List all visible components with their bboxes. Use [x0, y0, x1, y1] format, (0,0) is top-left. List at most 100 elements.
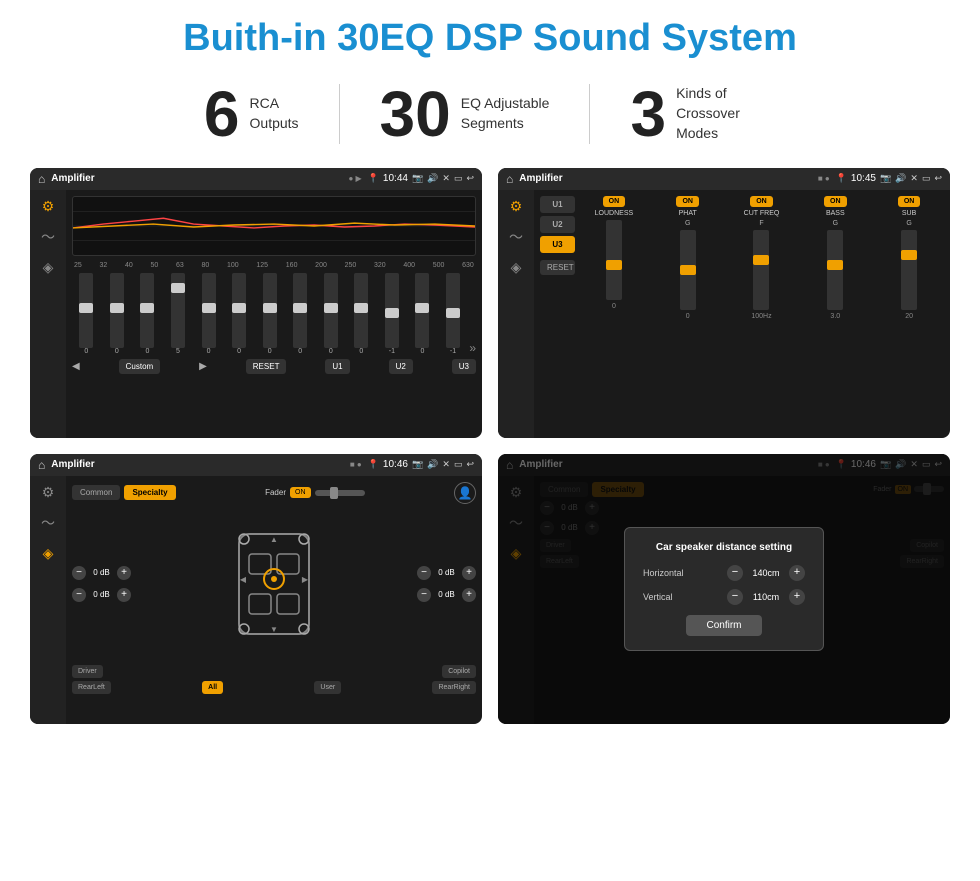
vol-row-2: − 0 dB +: [72, 588, 131, 602]
horizontal-plus-btn[interactable]: +: [789, 565, 805, 581]
sub-track[interactable]: [901, 230, 917, 310]
vol1-plus[interactable]: +: [117, 566, 131, 580]
eq-thumb-3[interactable]: [140, 303, 154, 313]
confirm-button[interactable]: Confirm: [686, 615, 761, 636]
speaker-sidebar-eq-icon[interactable]: ⚙: [42, 484, 55, 501]
cutfreq-track[interactable]: [753, 230, 769, 310]
eq-u3-btn[interactable]: U3: [452, 359, 476, 374]
speaker-left-sidebar: ⚙ 〜 ◈: [30, 476, 66, 724]
bass-track[interactable]: [827, 230, 843, 310]
eq-track-3[interactable]: [140, 273, 154, 348]
speaker-sidebar-wave-icon[interactable]: 〜: [41, 513, 55, 533]
speaker-tab-common[interactable]: Common: [72, 485, 120, 500]
eq-track-2[interactable]: [110, 273, 124, 348]
eq-thumb-9[interactable]: [324, 303, 338, 313]
phat-thumb[interactable]: [680, 265, 696, 275]
crossover-back-icon: ↩: [934, 173, 942, 184]
eq-thumb-10[interactable]: [354, 303, 368, 313]
vol3-minus[interactable]: −: [417, 566, 431, 580]
eq-track-4[interactable]: [171, 273, 185, 348]
distance-dialog: Car speaker distance setting Horizontal …: [624, 527, 824, 651]
eq-sidebar-wave-icon[interactable]: 〜: [41, 227, 55, 247]
profile-icon[interactable]: 👤: [454, 482, 476, 504]
vol4-minus[interactable]: −: [417, 588, 431, 602]
eq-next-arrow[interactable]: ▶: [199, 361, 207, 372]
vol2-plus[interactable]: +: [117, 588, 131, 602]
eq-track-13[interactable]: [446, 273, 460, 348]
phat-track[interactable]: [680, 230, 696, 310]
eq-thumb-13[interactable]: [446, 308, 460, 318]
eq-thumb-1[interactable]: [79, 303, 93, 313]
loudness-track[interactable]: [606, 220, 622, 300]
sub-on-btn[interactable]: ON: [898, 196, 921, 207]
user-btn[interactable]: User: [314, 681, 341, 694]
eq-track-8[interactable]: [293, 273, 307, 348]
loudness-on-btn[interactable]: ON: [603, 196, 626, 207]
speaker-screen-inner: ⚙ 〜 ◈ Common Specialty Fader ON: [30, 476, 482, 724]
eq-thumb-2[interactable]: [110, 303, 124, 313]
rearleft-btn[interactable]: RearLeft: [72, 681, 111, 694]
eq-sidebar-speaker-icon[interactable]: ◈: [43, 259, 54, 276]
preset-u1-btn[interactable]: U1: [540, 196, 575, 213]
preset-u2-btn[interactable]: U2: [540, 216, 575, 233]
eq-track-12[interactable]: [415, 273, 429, 348]
speaker-main-content: Common Specialty Fader ON 👤: [66, 476, 482, 724]
loudness-thumb[interactable]: [606, 260, 622, 270]
fader-on-btn[interactable]: ON: [290, 487, 311, 498]
vol1-minus[interactable]: −: [72, 566, 86, 580]
eq-track-1[interactable]: [79, 273, 93, 348]
preset-u3-btn[interactable]: U3: [540, 236, 575, 253]
eq-track-9[interactable]: [324, 273, 338, 348]
driver-btn[interactable]: Driver: [72, 665, 103, 678]
eq-prev-arrow[interactable]: ◀: [72, 361, 80, 372]
vol4-plus[interactable]: +: [462, 588, 476, 602]
eq-thumb-6[interactable]: [232, 303, 246, 313]
crossover-sidebar-wave-icon[interactable]: 〜: [509, 227, 523, 247]
crossover-sidebar-speaker-icon[interactable]: ◈: [511, 259, 522, 276]
fader-slider[interactable]: [315, 490, 365, 496]
crossover-reset-btn[interactable]: RESET: [540, 260, 575, 275]
eq-track-7[interactable]: [263, 273, 277, 348]
eq-track-6[interactable]: [232, 273, 246, 348]
eq-slider-12: 0: [408, 273, 437, 355]
eq-u1-btn[interactable]: U1: [325, 359, 349, 374]
all-btn[interactable]: All: [202, 681, 223, 694]
eq-more-arrow[interactable]: »: [469, 341, 476, 355]
loudness-label: LOUDNESS: [595, 210, 634, 217]
eq-thumb-12[interactable]: [415, 303, 429, 313]
sub-thumb[interactable]: [901, 250, 917, 260]
home-icon[interactable]: ⌂: [38, 172, 45, 186]
eq-reset-btn[interactable]: RESET: [246, 359, 287, 374]
phat-on-btn[interactable]: ON: [676, 196, 699, 207]
vol3-plus[interactable]: +: [462, 566, 476, 580]
rearright-btn[interactable]: RearRight: [432, 681, 476, 694]
eq-preset-name[interactable]: Custom: [119, 359, 161, 374]
eq-track-11[interactable]: [385, 273, 399, 348]
cutfreq-on-btn[interactable]: ON: [750, 196, 773, 207]
vertical-minus-btn[interactable]: −: [727, 589, 743, 605]
vol2-minus[interactable]: −: [72, 588, 86, 602]
speaker-camera-icon: 📷: [412, 459, 423, 470]
horizontal-minus-btn[interactable]: −: [727, 565, 743, 581]
copilot-btn[interactable]: Copilot: [442, 665, 476, 678]
eq-thumb-7[interactable]: [263, 303, 277, 313]
crossover-home-icon[interactable]: ⌂: [506, 172, 513, 186]
speaker-tab-specialty[interactable]: Specialty: [124, 485, 175, 500]
eq-thumb-11[interactable]: [385, 308, 399, 318]
fader-thumb[interactable]: [330, 487, 338, 499]
speaker-sidebar-speaker-icon[interactable]: ◈: [43, 545, 54, 562]
eq-thumb-4[interactable]: [171, 283, 185, 293]
bass-thumb[interactable]: [827, 260, 843, 270]
eq-track-10[interactable]: [354, 273, 368, 348]
eq-thumb-5[interactable]: [202, 303, 216, 313]
eq-thumb-8[interactable]: [293, 303, 307, 313]
sub-label: SUB: [902, 210, 916, 217]
eq-u2-btn[interactable]: U2: [389, 359, 413, 374]
bass-on-btn[interactable]: ON: [824, 196, 847, 207]
cutfreq-thumb[interactable]: [753, 255, 769, 265]
eq-sidebar-eq-icon[interactable]: ⚙: [42, 198, 55, 215]
crossover-sidebar-eq-icon[interactable]: ⚙: [510, 198, 523, 215]
speaker-home-icon[interactable]: ⌂: [38, 458, 45, 472]
eq-track-5[interactable]: [202, 273, 216, 348]
vertical-plus-btn[interactable]: +: [789, 589, 805, 605]
